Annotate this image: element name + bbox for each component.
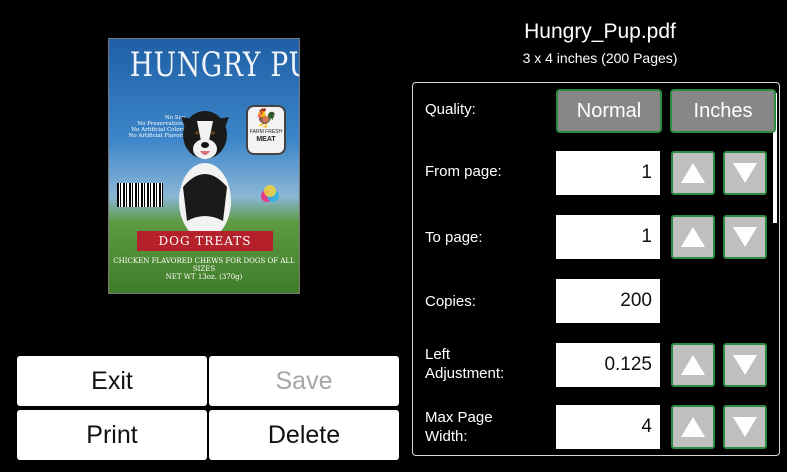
arrow-down-icon — [733, 355, 757, 375]
from-page-label: From page: — [425, 163, 502, 180]
max-page-width-label-line: Max Page — [425, 409, 493, 426]
farm-fresh-badge: 🐓 FARM FRESH MEAT — [246, 105, 286, 155]
to-page-up-button[interactable] — [671, 215, 715, 259]
file-name: Hungry_Pup.pdf — [524, 20, 676, 43]
to-page-label: To page: — [425, 229, 483, 246]
to-page-down-button[interactable] — [723, 215, 767, 259]
preview-ribbon: DOG TREATS — [137, 231, 273, 251]
badge-line1: FARM FRESH — [249, 129, 283, 135]
arrow-down-icon — [733, 417, 757, 437]
arrow-up-icon — [681, 355, 705, 375]
left-adjustment-label: Left Adjustment: — [425, 345, 504, 383]
to-page-field[interactable]: 1 — [556, 215, 660, 259]
units-button[interactable]: Inches — [670, 89, 776, 133]
barcode-icon — [117, 183, 163, 207]
arrow-down-icon — [733, 227, 757, 247]
quality-label: Quality: — [425, 101, 476, 118]
left-adjustment-label-line: Adjustment: — [425, 365, 505, 382]
file-info: 3 x 4 inches (200 Pages) — [522, 50, 678, 66]
max-page-width-field[interactable]: 4 — [556, 405, 660, 449]
print-settings-panel: Quality: Normal Inches From page: 1 To p… — [412, 82, 780, 456]
from-page-up-button[interactable] — [671, 151, 715, 195]
max-page-width-label: Max Page Width: — [425, 408, 493, 446]
print-button[interactable]: Print — [17, 410, 207, 460]
left-adjustment-field[interactable]: 0.125 — [556, 343, 660, 387]
from-page-down-button[interactable] — [723, 151, 767, 195]
label-preview: HUNGRY PUP No Soy No Preservatives No Ar… — [108, 38, 300, 294]
rooster-icon: 🐓 — [254, 108, 278, 128]
arrow-down-icon — [733, 163, 757, 183]
preview-brand-title: HUNGRY PUP — [129, 45, 299, 85]
arrow-up-icon — [681, 227, 705, 247]
exit-button[interactable]: Exit — [17, 356, 207, 406]
delete-button[interactable]: Delete — [209, 410, 399, 460]
max-page-width-down-button[interactable] — [723, 405, 767, 449]
copies-field[interactable]: 200 — [556, 279, 660, 323]
badge-line2: MEAT — [256, 136, 276, 143]
left-adjustment-down-button[interactable] — [723, 343, 767, 387]
from-page-field[interactable]: 1 — [556, 151, 660, 195]
color-logo-icon — [261, 185, 279, 202]
dog-illustration — [179, 111, 231, 239]
quality-button[interactable]: Normal — [556, 89, 662, 133]
max-page-width-up-button[interactable] — [671, 405, 715, 449]
copies-label: Copies: — [425, 293, 476, 310]
arrow-up-icon — [681, 417, 705, 437]
arrow-up-icon — [681, 163, 705, 183]
left-adjustment-label-line: Left — [425, 346, 451, 363]
preview-bottom-text: CHICKEN FLAVORED CHEWS FOR DOGS OF ALL S… — [113, 257, 295, 281]
left-adjustment-up-button[interactable] — [671, 343, 715, 387]
preview-bottom-line: NET WT 13oz. (370g) — [165, 273, 243, 281]
preview-bottom-line: CHICKEN FLAVORED CHEWS FOR DOGS OF ALL S… — [113, 257, 295, 273]
save-button[interactable]: Save — [209, 356, 399, 406]
max-page-width-label-line: Width: — [425, 428, 468, 445]
